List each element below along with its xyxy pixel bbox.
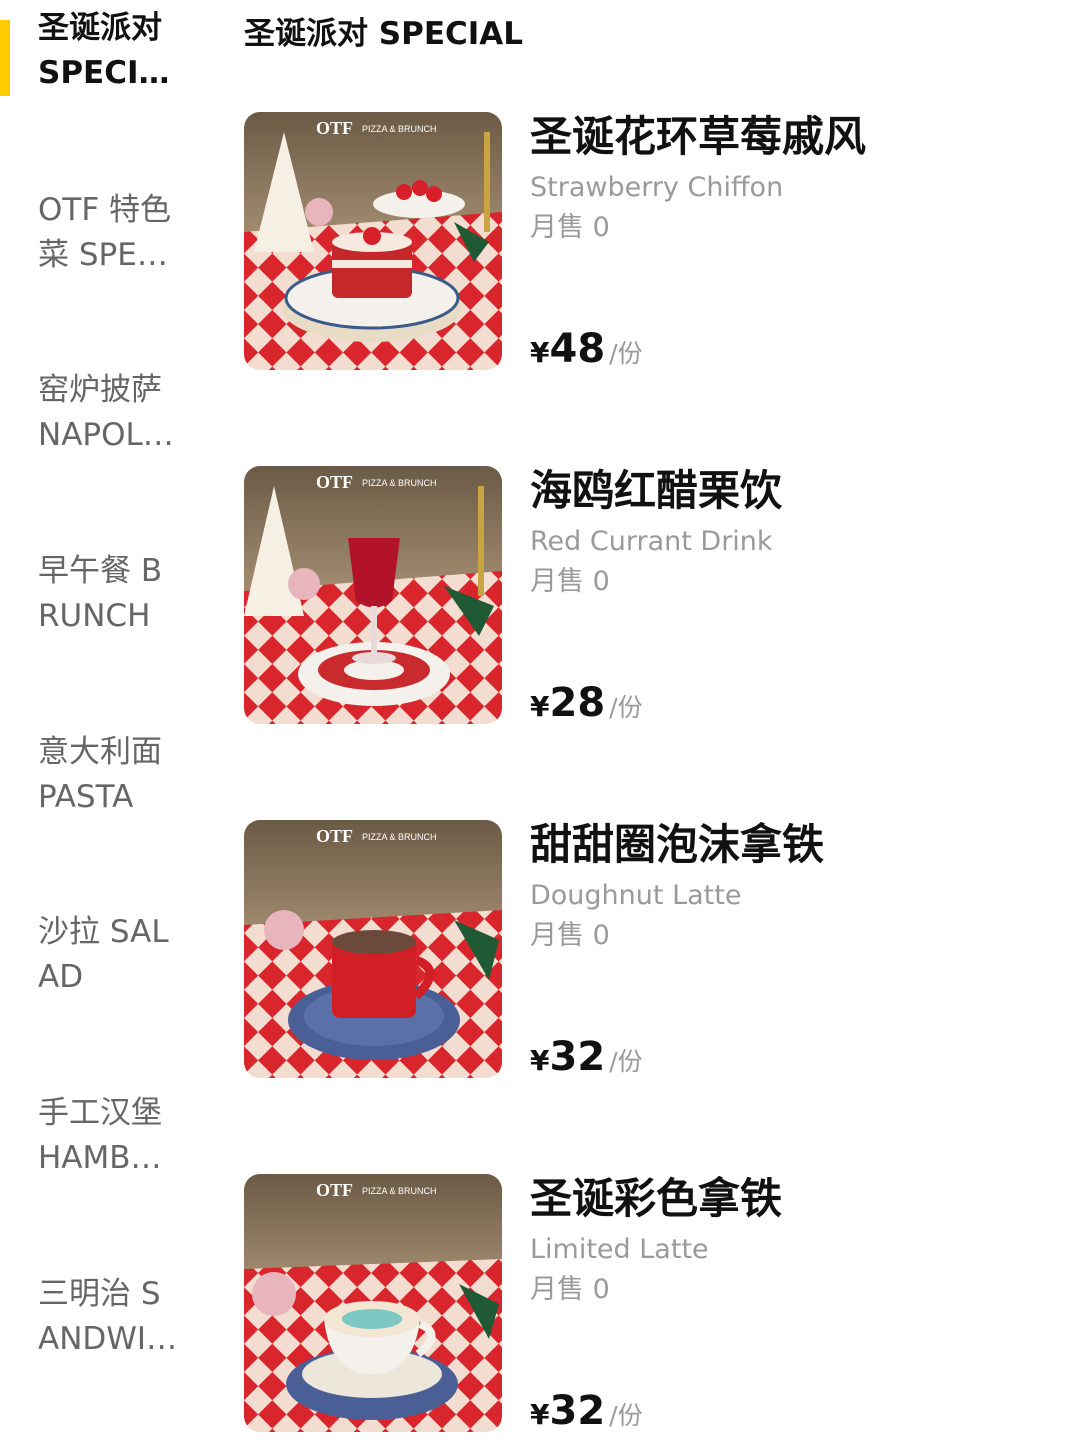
item-price: ¥32/份 bbox=[530, 1034, 643, 1080]
brand-sub: PIZZA & BRUNCH bbox=[362, 478, 437, 488]
menu-item[interactable]: OTF PIZZA & BRUNCH 甜甜圈泡沫拿铁 Doughnut Latt… bbox=[244, 820, 1064, 1080]
sidebar-item-label: 意大利面 PASTA bbox=[38, 734, 162, 815]
menu-item[interactable]: OTF PIZZA & BRUNCH 圣诞花环草莓戚风 Strawberry C… bbox=[244, 112, 1064, 372]
item-english-name: Red Currant Drink bbox=[530, 526, 773, 557]
price-value: 28 bbox=[549, 680, 606, 726]
sidebar-item-label: 圣诞派对 SPECIAL bbox=[38, 10, 163, 91]
brand-sub: PIZZA & BRUNCH bbox=[362, 124, 437, 134]
sidebar-item-label: 早午餐 BRUNCH bbox=[38, 553, 163, 634]
strawberry-cake-icon: OTF PIZZA & BRUNCH bbox=[244, 112, 502, 370]
item-name: 圣诞彩色拿铁 bbox=[530, 1174, 783, 1223]
item-price: ¥32/份 bbox=[530, 1388, 643, 1434]
price-value: 48 bbox=[549, 326, 606, 372]
sidebar-item-label: 沙拉 SALAD bbox=[38, 914, 169, 995]
item-name: 圣诞花环草莓戚风 bbox=[530, 112, 867, 161]
category-sidebar: 圣诞派对 SPECIAL OTF 特色菜 SPECIAL 窑炉披萨 NAPOLI… bbox=[0, 0, 210, 1440]
item-english-name: Limited Latte bbox=[530, 1234, 709, 1265]
item-monthly-sales: 月售 0 bbox=[530, 566, 610, 597]
price-unit: /份 bbox=[609, 1047, 643, 1076]
price-currency: ¥ bbox=[530, 690, 550, 723]
item-monthly-sales: 月售 0 bbox=[530, 212, 610, 243]
latte-cup-icon: OTF PIZZA & BRUNCH bbox=[244, 1174, 502, 1432]
brand-label: OTF bbox=[316, 118, 353, 138]
section-title: 圣诞派对 SPECIAL bbox=[244, 16, 524, 52]
item-monthly-sales: 月售 0 bbox=[530, 920, 610, 951]
price-value: 32 bbox=[549, 1388, 606, 1434]
item-price: ¥28/份 bbox=[530, 680, 643, 726]
price-currency: ¥ bbox=[530, 336, 550, 369]
brand-sub: PIZZA & BRUNCH bbox=[362, 1186, 437, 1196]
menu-item-info: 海鸥红醋栗饮 Red Currant Drink 月售 0 ¥28/份 bbox=[530, 466, 1064, 726]
sidebar-item-sandwich[interactable]: 三明治 SANDWICH bbox=[0, 1272, 210, 1362]
menu-item-info: 圣诞花环草莓戚风 Strawberry Chiffon 月售 0 ¥48/份 bbox=[530, 112, 1064, 372]
brand-label: OTF bbox=[316, 472, 353, 492]
menu-item[interactable]: OTF PIZZA & BRUNCH 圣诞彩色拿铁 Limited Latte … bbox=[244, 1174, 1064, 1434]
sidebar-item-otf-special[interactable]: OTF 特色菜 SPECIAL bbox=[0, 188, 210, 278]
sidebar-item-salad[interactable]: 沙拉 SALAD bbox=[0, 910, 210, 1000]
price-unit: /份 bbox=[609, 693, 643, 722]
item-english-name: Doughnut Latte bbox=[530, 880, 742, 911]
menu-item-info: 甜甜圈泡沫拿铁 Doughnut Latte 月售 0 ¥32/份 bbox=[530, 820, 1064, 1080]
sidebar-item-brunch[interactable]: 早午餐 BRUNCH bbox=[0, 549, 210, 639]
brand-label: OTF bbox=[316, 1180, 353, 1200]
item-name: 甜甜圈泡沫拿铁 bbox=[530, 820, 825, 869]
price-value: 32 bbox=[549, 1034, 606, 1080]
menu-item-info: 圣诞彩色拿铁 Limited Latte 月售 0 ¥32/份 bbox=[530, 1174, 1064, 1434]
item-price: ¥48/份 bbox=[530, 326, 643, 372]
sidebar-item-label: OTF 特色菜 SPECIAL bbox=[38, 192, 172, 273]
price-unit: /份 bbox=[609, 339, 643, 368]
sidebar-item-napoli-pizza[interactable]: 窑炉披萨 NAPOLI PIZZA bbox=[0, 368, 210, 458]
item-monthly-sales: 月售 0 bbox=[530, 1274, 610, 1305]
menu-item[interactable]: OTF PIZZA & BRUNCH 海鸥红醋栗饮 Red Currant Dr… bbox=[244, 466, 1064, 726]
brand-label: OTF bbox=[316, 826, 353, 846]
sidebar-item-pasta[interactable]: 意大利面 PASTA bbox=[0, 730, 210, 820]
sidebar-item-christmas-special[interactable]: 圣诞派对 SPECIAL bbox=[0, 6, 210, 96]
sidebar-item-label: 窑炉披萨 NAPOLI PIZZA bbox=[38, 372, 181, 453]
menu-page: 圣诞派对 SPECIAL OTF 特色菜 SPECIAL 窑炉披萨 NAPOLI… bbox=[0, 0, 1080, 1440]
price-currency: ¥ bbox=[530, 1044, 550, 1077]
price-unit: /份 bbox=[609, 1401, 643, 1430]
sidebar-item-label: 手工汉堡 HAMBURGER bbox=[38, 1095, 175, 1176]
sidebar-item-hamburger[interactable]: 手工汉堡 HAMBURGER bbox=[0, 1091, 210, 1181]
item-english-name: Strawberry Chiffon bbox=[530, 172, 784, 203]
price-currency: ¥ bbox=[530, 1398, 550, 1431]
sidebar-item-label: 三明治 SANDWICH bbox=[38, 1276, 168, 1357]
brand-sub: PIZZA & BRUNCH bbox=[362, 832, 437, 842]
red-drink-glass-icon: OTF PIZZA & BRUNCH bbox=[244, 466, 502, 724]
red-mug-icon: OTF PIZZA & BRUNCH bbox=[244, 820, 502, 1078]
item-name: 海鸥红醋栗饮 bbox=[530, 466, 783, 515]
